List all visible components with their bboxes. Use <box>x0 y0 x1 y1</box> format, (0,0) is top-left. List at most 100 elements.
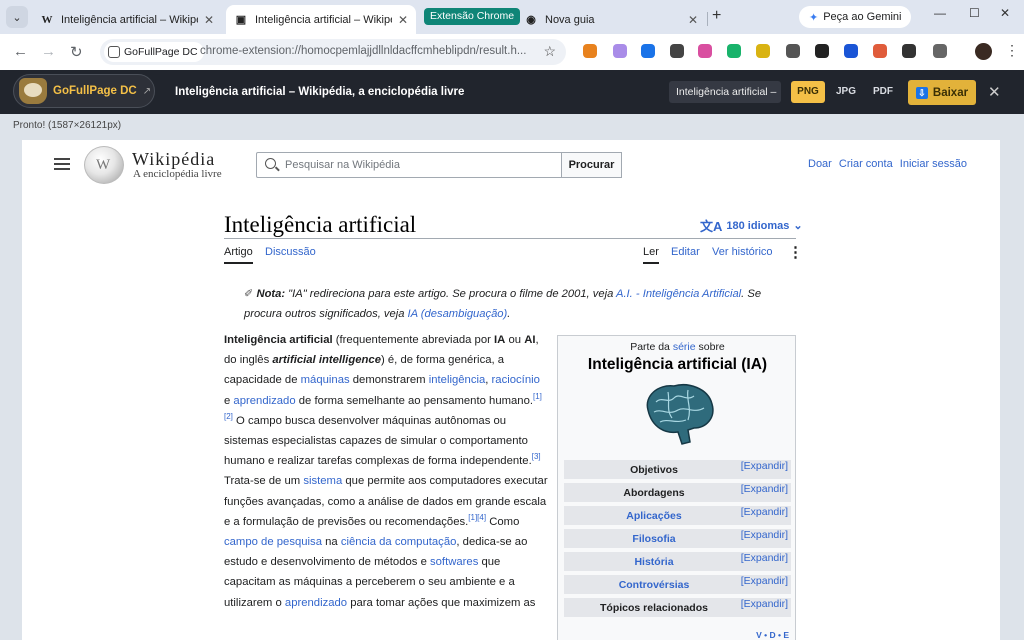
expand-toggle[interactable]: [Expandir] <box>741 575 788 587</box>
download-icon: ⇩ <box>915 86 928 99</box>
gofullpage-name: GoFullPage DC <box>53 85 137 97</box>
article-body: Inteligência artificial (frequentemente … <box>224 330 548 613</box>
citation-ref[interactable]: [3] <box>532 452 541 461</box>
tab-discussion[interactable]: Discussão <box>265 246 316 258</box>
bookmark-star-icon[interactable]: ☆ <box>543 43 556 60</box>
extension-origin-chip[interactable]: GoFullPage DC <box>104 42 204 62</box>
format-jpg-button[interactable]: JPG <box>829 81 863 103</box>
chrome-menu-icon[interactable]: ⋮ <box>1005 42 1019 59</box>
new-tab-plus-icon[interactable]: + <box>712 7 721 25</box>
tab-close-icon[interactable]: ✕ <box>204 13 214 27</box>
tab-close-icon[interactable]: ✕ <box>398 13 408 27</box>
infobox-section-label: Objetivos <box>630 464 678 476</box>
omnibox[interactable]: GoFullPage DC chrome-extension://homocpe… <box>100 39 566 65</box>
url-text[interactable]: chrome-extension://homocpemlajjdllnldacf… <box>200 45 536 57</box>
shield-icon[interactable] <box>844 44 858 58</box>
tab-wikipedia-2[interactable]: ▣ Inteligência artificial – Wikipédia ✕ <box>226 5 416 34</box>
article-text: na <box>321 536 341 549</box>
expand-toggle[interactable]: [Expandir] <box>741 598 788 610</box>
article-link[interactable]: campo de pesquisa <box>224 536 322 548</box>
article-link[interactable]: aprendizado <box>233 395 295 407</box>
tab-edit[interactable]: Editar <box>671 246 700 258</box>
wikipedia-wordmark[interactable]: Wikipédia <box>132 149 215 170</box>
article-link[interactable]: raciocínio <box>492 374 540 386</box>
article-link[interactable]: máquinas <box>301 374 350 386</box>
expand-toggle[interactable]: [Expandir] <box>741 552 788 564</box>
square-extension-icon[interactable] <box>670 44 684 58</box>
donate-link[interactable]: Doar <box>808 158 832 170</box>
search-input[interactable]: Pesquisar na Wikipédia <box>256 152 562 178</box>
article-link[interactable]: aprendizado <box>285 597 347 609</box>
sparkle-extension-icon[interactable] <box>873 44 887 58</box>
forward-arrow-icon[interactable]: → <box>41 43 56 60</box>
article-link[interactable]: inteligência <box>429 374 486 386</box>
citation-ref[interactable]: [1][4] <box>468 513 486 522</box>
puzzle-extensions-icon[interactable] <box>933 44 947 58</box>
article-link[interactable]: ciência da computação <box>341 536 457 548</box>
close-icon[interactable]: ✕ <box>988 83 1001 101</box>
tab-group-chip[interactable]: Extensão Chrome <box>424 8 521 25</box>
infobox-section-label[interactable]: História <box>564 556 744 568</box>
gofullpage-logo[interactable]: GoFullPage DC ↗ <box>13 74 155 108</box>
navbox-vde-links[interactable]: V • D • E <box>756 630 789 640</box>
tab-history[interactable]: Ver histórico <box>712 246 773 258</box>
yellow-extension-icon[interactable] <box>756 44 770 58</box>
infobox-section-label[interactable]: Controvérsias <box>564 579 744 591</box>
format-png-button[interactable]: PNG <box>791 81 825 103</box>
gofullpage-bar: GoFullPage DC ↗ Inteligência artificial … <box>0 70 1024 114</box>
infobox-section-label[interactable]: Filosofia <box>564 533 744 545</box>
translate-icon: 文A <box>700 219 723 234</box>
tab-search-chevron-icon[interactable]: ⌄ <box>6 6 28 28</box>
dropper-icon[interactable] <box>786 44 800 58</box>
close-window-icon[interactable]: ✕ <box>1000 6 1010 20</box>
tab-wikipedia-1[interactable]: W Inteligência artificial – Wikipédia ✕ <box>32 5 222 34</box>
chevron-down-icon: ⌄ <box>793 220 803 232</box>
more-tools-icon[interactable]: ⋮ <box>788 243 803 261</box>
article-text: (frequentemente abreviada por <box>332 334 495 346</box>
infobox-section-row: Controvérsias [Expandir] <box>564 575 791 594</box>
article-link[interactable]: softwares <box>430 556 478 568</box>
gemini-button[interactable]: ✦ Peça ao Gemini <box>799 6 912 28</box>
green-extension-icon[interactable] <box>727 44 741 58</box>
wikipedia-globe-logo[interactable] <box>84 146 124 184</box>
download-button[interactable]: ⇩ Baixar <box>908 80 976 105</box>
language-button[interactable]: 文A 180 idiomas ⌄ <box>700 216 803 235</box>
expand-toggle[interactable]: [Expandir] <box>741 483 788 495</box>
camera-icon[interactable] <box>902 44 916 58</box>
circle-extension-icon[interactable] <box>641 44 655 58</box>
profile-avatar[interactable] <box>975 43 992 60</box>
article-text: para tomar ações que maximizem as <box>347 596 536 609</box>
create-account-link[interactable]: Criar conta <box>839 158 893 170</box>
language-count: 180 idiomas <box>726 219 790 232</box>
main-menu-icon[interactable] <box>54 158 70 170</box>
article-text: Trata-se de um <box>224 475 304 488</box>
minimize-icon[interactable]: — <box>934 6 946 20</box>
tab-new-tab[interactable]: ◉ Nova guia ✕ <box>516 5 706 34</box>
format-pdf-button[interactable]: PDF <box>866 81 900 103</box>
expand-toggle[interactable]: [Expandir] <box>741 529 788 541</box>
article-link[interactable]: sistema <box>303 475 342 487</box>
back-arrow-icon[interactable]: ← <box>13 43 28 60</box>
article-text: artificial intelligence <box>272 354 381 367</box>
search-button[interactable]: Procurar <box>561 152 622 178</box>
expand-toggle[interactable]: [Expandir] <box>741 506 788 518</box>
metamask-icon[interactable] <box>583 44 597 58</box>
expand-toggle[interactable]: [Expandir] <box>741 460 788 472</box>
hatnote-film-link[interactable]: A.I. - Inteligência Artificial <box>616 288 741 300</box>
tab-close-icon[interactable]: ✕ <box>688 13 698 27</box>
tab-article[interactable]: Artigo <box>224 246 253 264</box>
infobox-section-label[interactable]: Aplicações <box>564 510 744 522</box>
bee-extension-icon[interactable] <box>815 44 829 58</box>
reload-icon[interactable]: ↻ <box>70 43 83 61</box>
article-text: Como <box>486 515 520 528</box>
filename-input[interactable]: Inteligência artificial – <box>669 81 781 103</box>
maximize-icon[interactable]: ☐ <box>969 6 980 20</box>
login-link[interactable]: Iniciar sessão <box>900 158 967 170</box>
series-link[interactable]: série <box>673 341 696 353</box>
ai-extension-icon[interactable] <box>613 44 627 58</box>
hatnote: ✐ Nota: "IA" redireciona para este artig… <box>244 284 784 324</box>
article-text: Inteligência artificial <box>224 334 333 346</box>
m-extension-icon[interactable] <box>698 44 712 58</box>
hatnote-disambig-link[interactable]: IA (desambiguação) <box>408 308 508 320</box>
tab-read[interactable]: Ler <box>643 246 659 264</box>
